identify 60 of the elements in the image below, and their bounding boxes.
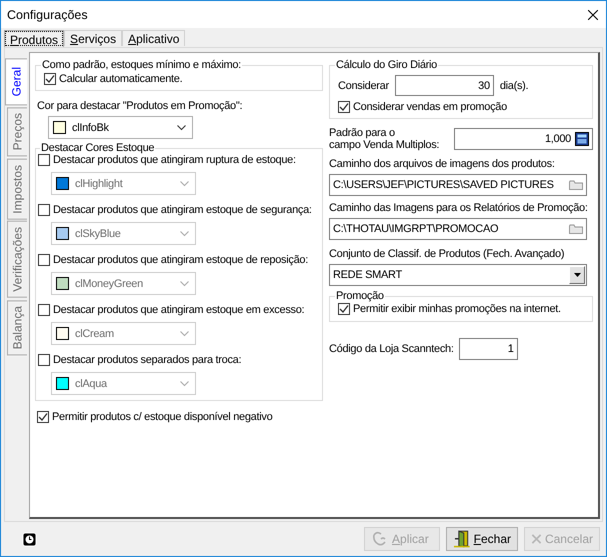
- checkbox[interactable]: [37, 411, 49, 423]
- checkbox[interactable]: [338, 303, 350, 315]
- path-field[interactable]: C:\USERS\JEF\PICTURES\SAVED PICTURES: [329, 174, 587, 196]
- field-label: Caminho das Imagens para os Relatórios de Promoção:: [329, 202, 589, 214]
- checkbox[interactable]: [44, 73, 56, 85]
- chevron-icon: [180, 180, 189, 186]
- dialog-button[interactable]: Fechar: [446, 527, 518, 551]
- number-field[interactable]: 1,000: [454, 128, 593, 150]
- tab[interactable]: Produtos: [4, 30, 64, 47]
- checkbox[interactable]: [38, 154, 50, 166]
- field-label: Caminho dos arquivos de imagens dos produtos:: [329, 158, 556, 170]
- field-label: Conjunto de Classif. de Produtos (Fech. Avançado): [329, 248, 566, 260]
- field-label: Padrão para o campo Venda Multiplos:: [329, 127, 440, 151]
- number-field[interactable]: 1: [458, 338, 518, 360]
- field-label: Considerar: [338, 80, 389, 92]
- checkbox-label[interactable]: Destacar produtos que atingiram estoque de segurança:: [53, 204, 312, 216]
- checkbox-label[interactable]: Destacar produtos que atingiram estoque de reposição:: [53, 254, 308, 266]
- side-tab[interactable]: Impostos: [7, 158, 27, 220]
- clock-icon: [23, 532, 36, 546]
- color-dropdown[interactable]: clInfoBk: [48, 116, 193, 139]
- calculator-icon[interactable]: [575, 132, 589, 146]
- field-label: Cor para destacar "Produtos em Promoção":: [37, 100, 244, 112]
- checkbox[interactable]: [38, 354, 50, 366]
- window-title: Configurações: [7, 8, 88, 22]
- group-title: Cálculo do Giro Diário: [335, 59, 438, 71]
- checkbox-label[interactable]: Permitir exibir minhas promoções na internet.: [353, 303, 561, 315]
- side-tab[interactable]: Verificações: [7, 221, 27, 298]
- group-title: Destacar Cores Estoque: [40, 142, 156, 154]
- side-tab[interactable]: Preços: [7, 107, 27, 157]
- group-title: Como padrão, estoques mínimo e máximo:: [41, 59, 242, 71]
- chevron-icon: [180, 380, 189, 386]
- checkbox[interactable]: [338, 101, 350, 113]
- chevron-icon: [180, 330, 189, 336]
- folder-icon[interactable]: [569, 180, 583, 190]
- dropdown[interactable]: REDE SMART: [329, 264, 587, 286]
- close-icon[interactable]: [588, 10, 598, 20]
- unit-label: dia(s).: [500, 80, 528, 92]
- tab[interactable]: Serviços: [64, 30, 122, 46]
- checkbox[interactable]: [38, 254, 50, 266]
- side-tab[interactable]: Balança: [7, 300, 27, 356]
- door-icon: [453, 530, 471, 548]
- checkbox-label[interactable]: Considerar vendas em promoção: [353, 101, 507, 113]
- checkbox-label[interactable]: Destacar produtos separados para troca:: [53, 354, 242, 366]
- tab[interactable]: Aplicativo: [122, 30, 186, 46]
- chevron-icon: [180, 230, 189, 236]
- field-label: Código da Loja Scanntech:: [329, 343, 454, 355]
- days-field[interactable]: 30: [394, 75, 494, 96]
- chevron-icon: [177, 124, 186, 130]
- checkbox[interactable]: [38, 204, 50, 216]
- dropdown-arrow-icon: [574, 273, 580, 277]
- checkbox-label[interactable]: Destacar produtos que atingiram ruptura de estoque:: [53, 154, 296, 166]
- checkbox-label[interactable]: Permitir produtos c/ estoque disponível negativo: [52, 411, 272, 423]
- chevron-icon: [180, 280, 189, 286]
- side-tab[interactable]: Geral: [5, 58, 27, 106]
- path-field[interactable]: C:\THOTAU\IMGRPT\PROMOCAO: [329, 218, 587, 240]
- folder-icon[interactable]: [569, 224, 583, 234]
- checkbox-label[interactable]: Calcular automaticamente.: [59, 73, 182, 85]
- checkbox-label[interactable]: Destacar produtos que atingiram estoque em excesso:: [53, 304, 304, 316]
- checkbox[interactable]: [38, 304, 50, 316]
- group-title: Promoção: [335, 290, 385, 302]
